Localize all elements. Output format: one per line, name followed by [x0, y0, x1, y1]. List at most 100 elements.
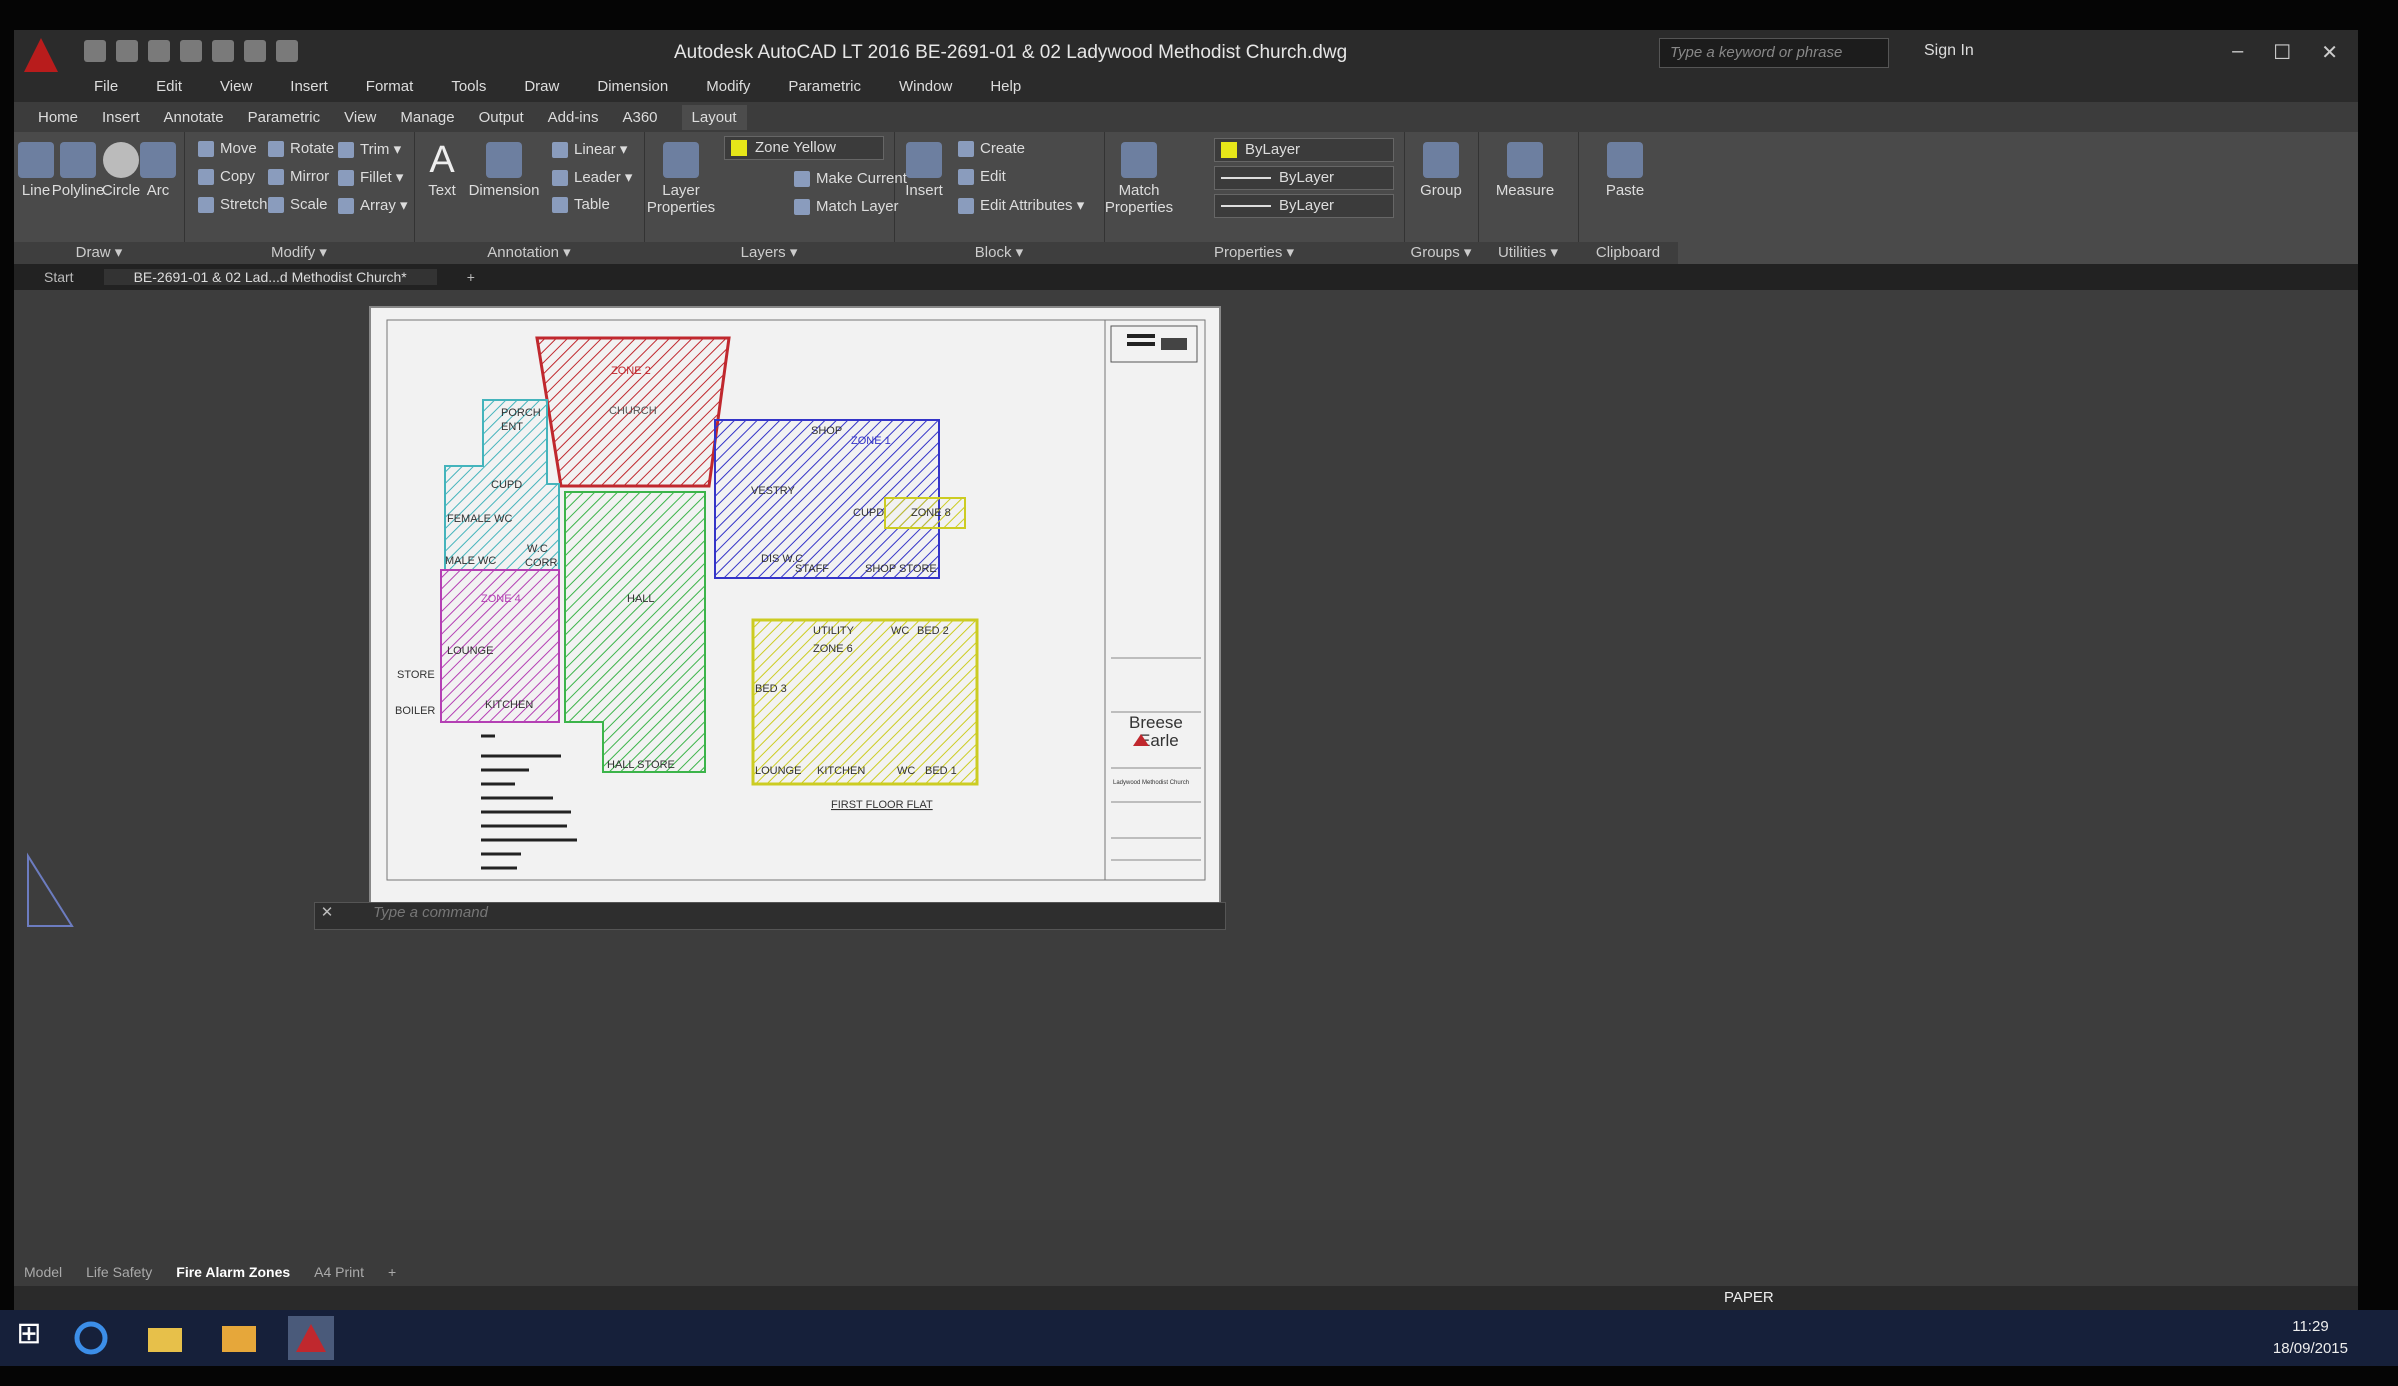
tab-start[interactable]: Start	[14, 269, 104, 285]
fillet-tool[interactable]: Fillet ▾	[338, 168, 403, 187]
layer-properties-tool[interactable]: Layer Properties	[644, 142, 718, 216]
tab-add-layout[interactable]: +	[388, 1264, 396, 1280]
maximize-button[interactable]: ☐	[2273, 40, 2291, 65]
dimension-tool[interactable]: Dimension	[462, 142, 546, 199]
menu-edit[interactable]: Edit	[156, 78, 182, 102]
make-current-tool[interactable]: Make Current	[794, 170, 907, 188]
arc-tool[interactable]: Arc	[136, 142, 180, 199]
block-panel-title[interactable]: Block ▾	[894, 242, 1104, 264]
internet-explorer-icon[interactable]	[68, 1316, 114, 1360]
color-dropdown[interactable]: ByLayer	[1214, 138, 1394, 162]
modify-panel-title[interactable]: Modify ▾	[184, 242, 414, 264]
menu-insert[interactable]: Insert	[290, 78, 328, 102]
outlook-icon[interactable]	[216, 1316, 262, 1360]
menu-help[interactable]: Help	[990, 78, 1021, 102]
tab-parametric[interactable]: Parametric	[248, 109, 321, 126]
tab-a360[interactable]: A360	[622, 109, 657, 126]
layer-dropdown[interactable]: Zone Yellow	[724, 136, 884, 160]
menu-dimension[interactable]: Dimension	[597, 78, 668, 102]
measure-tool[interactable]: Measure	[1488, 142, 1562, 199]
tab-current-drawing[interactable]: BE-2691-01 & 02 Lad...d Methodist Church…	[103, 269, 437, 285]
menu-format[interactable]: Format	[366, 78, 414, 102]
menu-draw[interactable]: Draw	[524, 78, 559, 102]
drawing-canvas[interactable]: ZONE 2 CHURCH PORCH ENT CUPD FEMALE WC M…	[14, 290, 2358, 1220]
utilities-panel-title[interactable]: Utilities ▾	[1478, 242, 1578, 264]
label-first-floor-flat: FIRST FLOOR FLAT	[831, 799, 933, 811]
sign-in-button[interactable]: Sign In	[1924, 42, 1974, 60]
tab-view[interactable]: View	[344, 109, 376, 126]
linetype-dropdown[interactable]: ByLayer	[1214, 166, 1394, 190]
menu-view[interactable]: View	[220, 78, 252, 102]
menu-parametric[interactable]: Parametric	[788, 78, 861, 102]
space-indicator[interactable]: PAPER	[1724, 1289, 1774, 1306]
edit-attributes-tool[interactable]: Edit Attributes ▾	[958, 196, 1084, 215]
file-explorer-icon[interactable]	[142, 1316, 188, 1360]
cmd-input[interactable]: Type a command	[373, 904, 488, 921]
text-tool[interactable]: A Text	[420, 141, 464, 199]
windows-start-icon[interactable]: ⊞	[6, 1316, 52, 1360]
new-icon[interactable]	[84, 40, 106, 62]
new-tab-button[interactable]: +	[437, 269, 505, 285]
match-properties-tool[interactable]: Match Properties	[1104, 142, 1174, 216]
label-staff: STAFF	[795, 563, 829, 575]
menu-tools[interactable]: Tools	[451, 78, 486, 102]
match-properties-icon	[1121, 142, 1157, 178]
table-tool[interactable]: Table	[552, 196, 610, 214]
autocad-taskbar-icon[interactable]	[288, 1316, 334, 1360]
help-search-input[interactable]: Type a keyword or phrase	[1659, 38, 1889, 68]
save-as-icon[interactable]	[180, 40, 202, 62]
group-tool[interactable]: Group	[1404, 142, 1478, 199]
utilities-panel: Measure Utilities ▾	[1478, 132, 1579, 264]
menu-window[interactable]: Window	[899, 78, 952, 102]
match-layer-tool[interactable]: Match Layer	[794, 198, 899, 216]
save-icon[interactable]	[148, 40, 170, 62]
tab-fire-alarm-zones[interactable]: Fire Alarm Zones	[176, 1264, 290, 1280]
create-block-icon	[958, 141, 974, 158]
tab-addins[interactable]: Add-ins	[548, 109, 599, 126]
tab-output[interactable]: Output	[479, 109, 524, 126]
undo-icon[interactable]	[244, 40, 266, 62]
autocad-app-icon[interactable]	[24, 38, 58, 72]
label-shop: SHOP	[811, 425, 842, 437]
tab-model[interactable]: Model	[24, 1264, 62, 1280]
menu-file[interactable]: File	[94, 78, 118, 102]
layer-color-swatch	[731, 140, 747, 157]
move-tool[interactable]: Move	[198, 140, 257, 158]
tab-home[interactable]: Home	[38, 109, 78, 126]
company-name-1: Breese	[1129, 713, 1183, 732]
close-cmd-icon[interactable]: ✕	[315, 903, 339, 921]
mirror-tool[interactable]: Mirror	[268, 168, 329, 186]
properties-panel-title[interactable]: Properties ▾	[1104, 242, 1404, 264]
rotate-tool[interactable]: Rotate	[268, 140, 334, 158]
open-icon[interactable]	[116, 40, 138, 62]
trim-tool[interactable]: Trim ▾	[338, 140, 401, 159]
tab-insert[interactable]: Insert	[102, 109, 140, 126]
tab-layout[interactable]: Layout	[681, 104, 747, 130]
scale-tool[interactable]: Scale	[268, 196, 328, 214]
redo-icon[interactable]	[276, 40, 298, 62]
linear-tool[interactable]: Linear ▾	[552, 140, 627, 159]
minimize-button[interactable]: –	[2232, 40, 2243, 65]
tab-manage[interactable]: Manage	[400, 109, 454, 126]
stretch-tool[interactable]: Stretch	[198, 196, 268, 214]
copy-tool[interactable]: Copy	[198, 168, 255, 186]
tab-a4-print[interactable]: A4 Print	[314, 1264, 364, 1280]
layers-panel-title[interactable]: Layers ▾	[644, 242, 894, 264]
groups-panel-title[interactable]: Groups ▾	[1404, 242, 1478, 264]
array-tool[interactable]: Array ▾	[338, 196, 408, 215]
lineweight-dropdown[interactable]: ByLayer	[1214, 194, 1394, 218]
label-cupd2: CUPD	[853, 507, 884, 519]
tab-life-safety[interactable]: Life Safety	[86, 1264, 152, 1280]
menu-modify[interactable]: Modify	[706, 78, 750, 102]
insert-block-tool[interactable]: Insert	[894, 142, 954, 199]
create-block-tool[interactable]: Create	[958, 140, 1025, 158]
draw-panel-title[interactable]: Draw ▾	[14, 242, 184, 264]
edit-block-tool[interactable]: Edit	[958, 168, 1006, 186]
annotation-panel-title[interactable]: Annotation ▾	[414, 242, 644, 264]
leader-tool[interactable]: Leader ▾	[552, 168, 632, 187]
taskbar-clock[interactable]: 11:29 18/09/2015	[2273, 1316, 2348, 1360]
tab-annotate[interactable]: Annotate	[164, 109, 224, 126]
paste-tool[interactable]: Paste	[1588, 142, 1662, 199]
close-button[interactable]: ✕	[2321, 40, 2338, 65]
print-icon[interactable]	[212, 40, 234, 62]
